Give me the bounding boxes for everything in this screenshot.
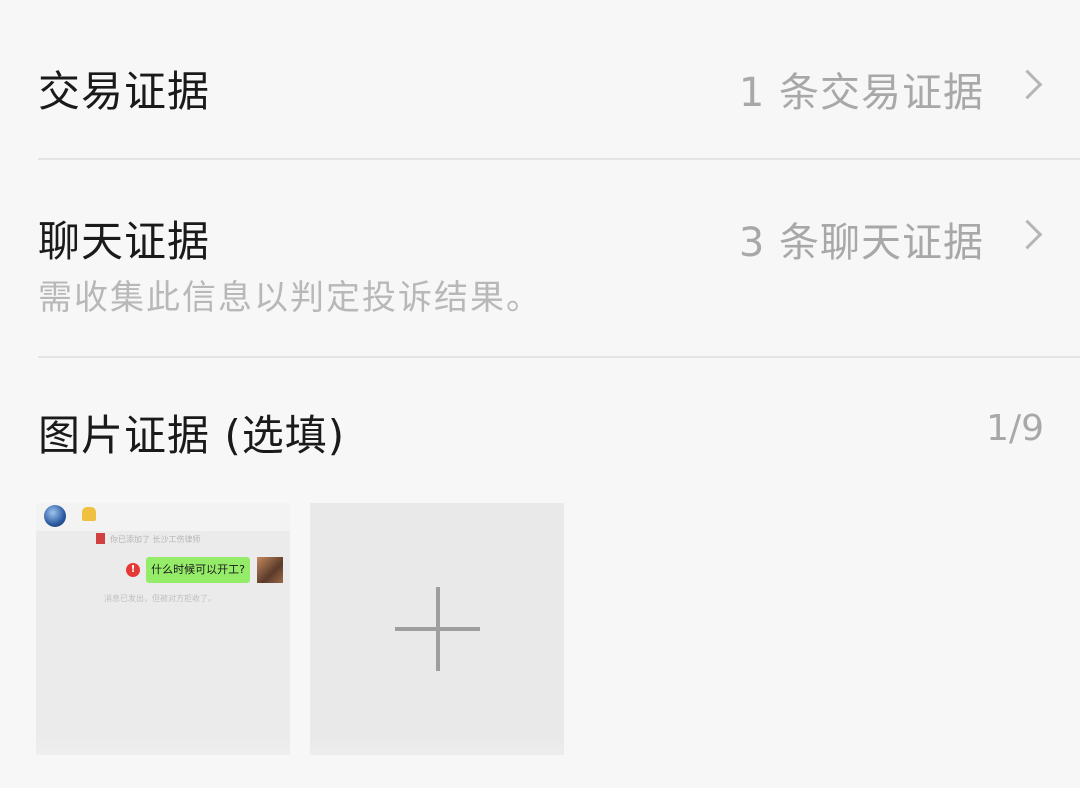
image-evidence-label: 图片证据 (选填) [38,411,346,460]
chat-evidence-count: 3 条聊天证据 [738,220,984,266]
chat-evidence-row[interactable]: 聊天证据 3 条聊天证据 需收集此信息以判定投诉结果。 [0,160,1080,356]
bell-icon [82,507,96,521]
transaction-evidence-row[interactable]: 交易证据 1 条交易证据 [0,0,1080,158]
chat-bubble: 什么时候可以开工? [146,557,250,583]
chevron-right-icon [1012,219,1043,250]
image-thumbnail[interactable]: 你已添加了 长沙工伤律师 ! 什么时候可以开工? 消息已发出，但被对方拒收了。 [36,503,290,755]
add-image-button[interactable] [310,503,564,755]
contact-avatar [44,505,66,527]
chat-evidence-hint: 需收集此信息以判定投诉结果。 [38,278,542,318]
thumbnail-top-bar [36,503,290,531]
chat-evidence-label: 聊天证据 [38,217,211,266]
complaint-evidence-page: 交易证据 1 条交易证据 聊天证据 3 条聊天证据 需收集此信息以判定投诉结果。… [0,0,1080,788]
thumbnail-notice-text: 你已添加了 长沙工伤律师 [110,535,201,544]
user-avatar [257,557,283,583]
plus-icon [436,587,440,671]
error-icon: ! [126,563,140,577]
image-count: 1/9 [986,408,1044,449]
notice-icon [96,533,105,544]
image-evidence-header: 图片证据 (选填) 1/9 [0,358,1080,478]
transaction-evidence-label: 交易证据 [38,67,211,116]
thumbnail-system-text: 消息已发出，但被对方拒收了。 [104,594,216,603]
chevron-right-icon [1012,69,1043,100]
transaction-evidence-count: 1 条交易证据 [738,70,984,116]
